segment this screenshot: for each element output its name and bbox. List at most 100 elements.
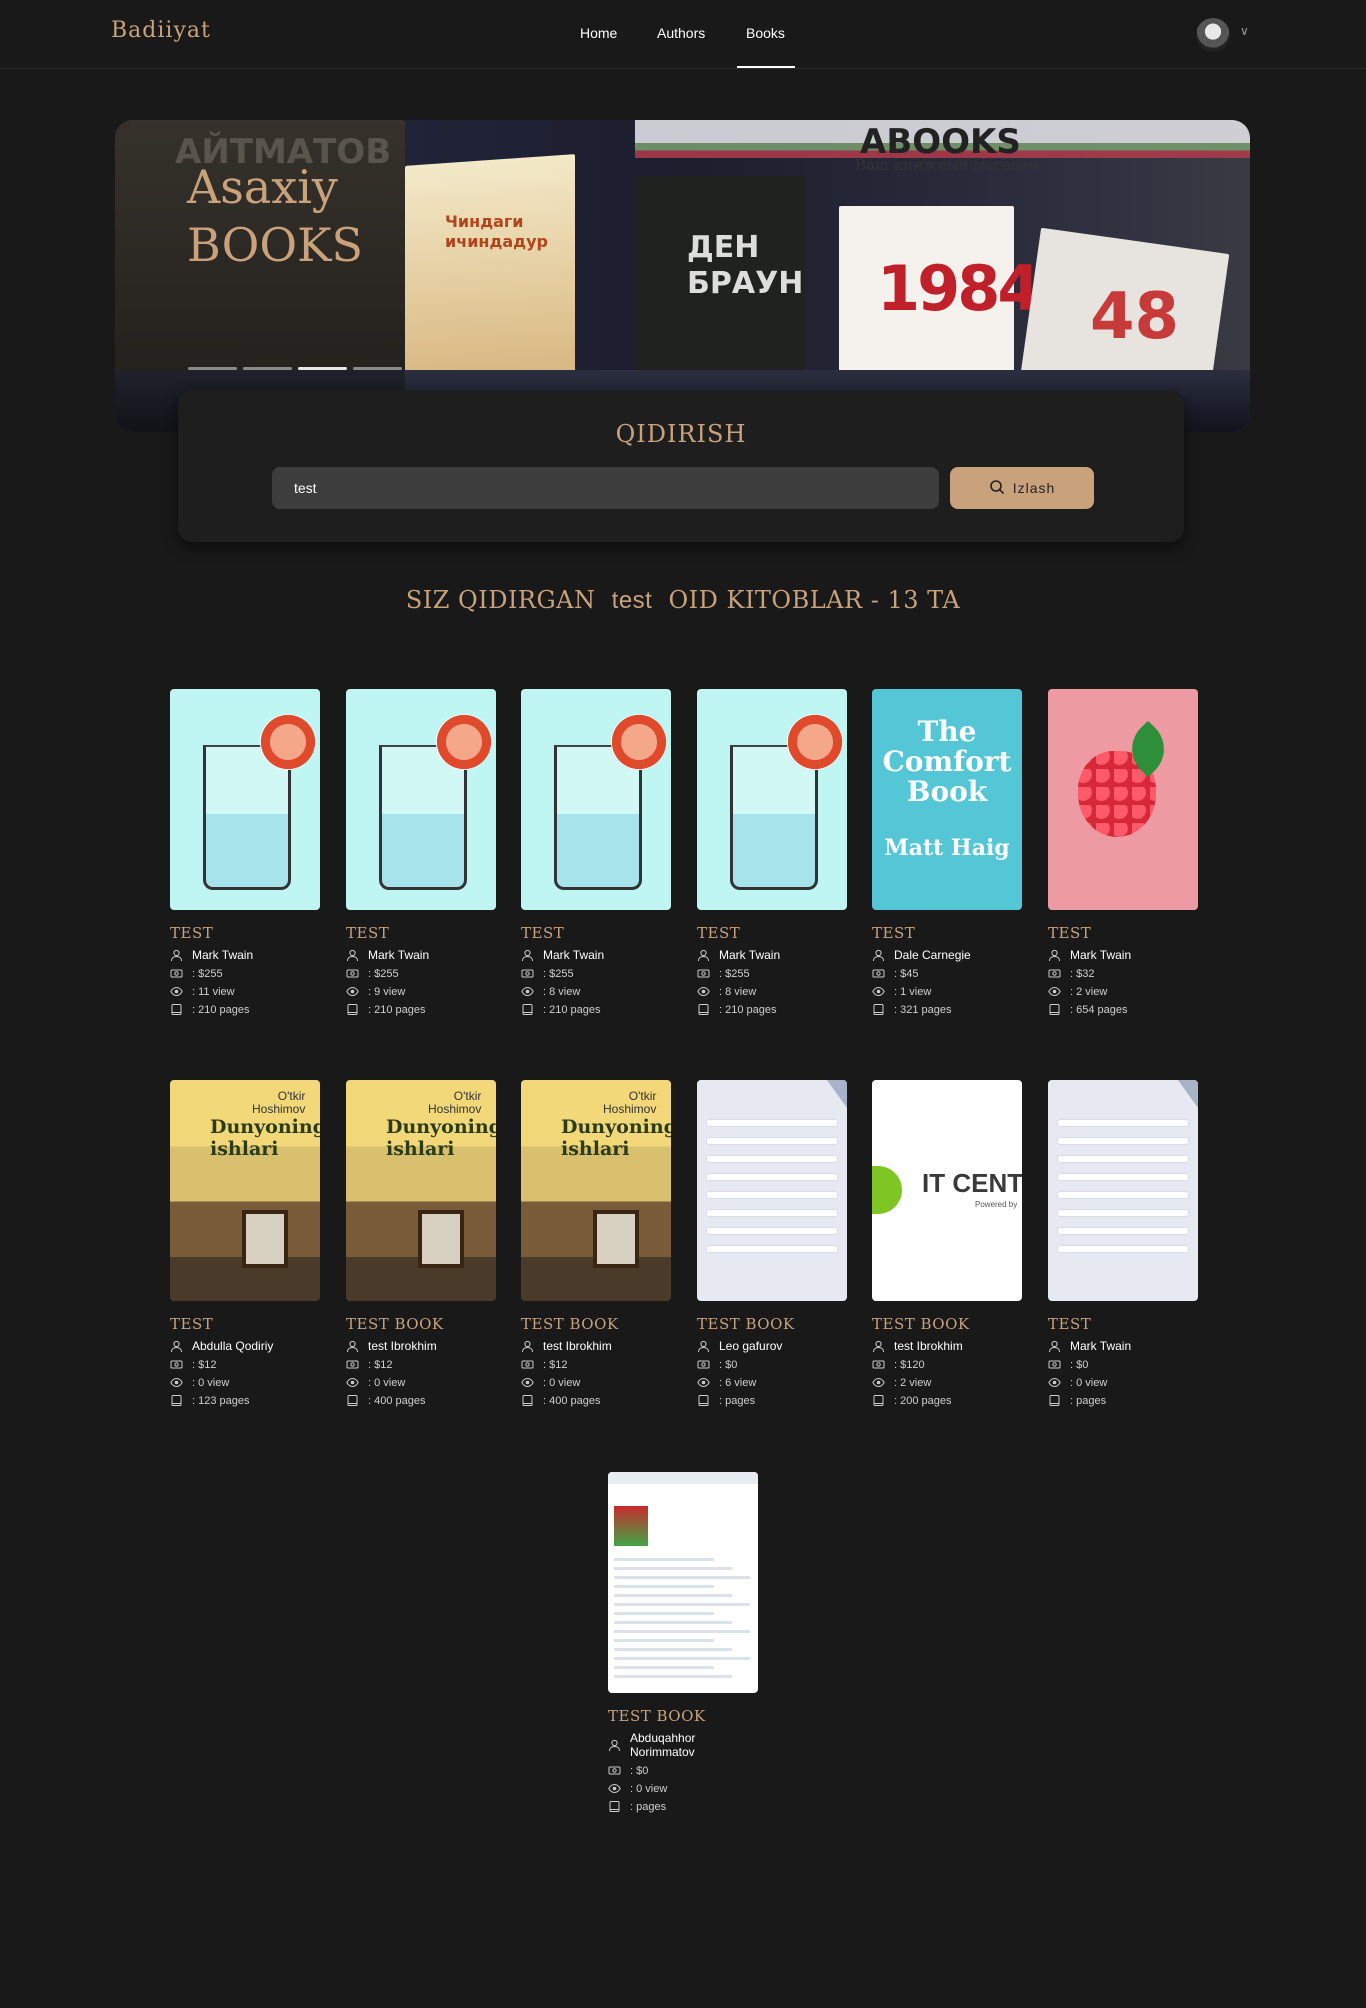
book-views: : 11 view bbox=[170, 985, 320, 998]
hero-book-chin-text: Чиндаги ичиндадур bbox=[445, 212, 548, 251]
book-cover[interactable]: O'tkir Hoshimov Dunyoning ishlari bbox=[521, 1080, 671, 1301]
book-title[interactable]: Test book bbox=[521, 1315, 671, 1333]
nav-authors[interactable]: Authors bbox=[657, 25, 705, 41]
user-icon bbox=[346, 1340, 359, 1353]
search-button[interactable]: Izlash bbox=[950, 467, 1094, 509]
results-heading: Siz qidirgan test oid kitoblar - 13 ta bbox=[0, 586, 1366, 615]
cover-ui-row bbox=[707, 1228, 837, 1234]
cover-ui-row bbox=[1058, 1174, 1188, 1180]
book-views: : 0 view bbox=[521, 1376, 671, 1389]
book-views: : 1 view bbox=[872, 985, 1022, 998]
book-card[interactable]: Test Mark Twain: $255: 8 view: 210 pages bbox=[697, 689, 847, 1016]
user-icon bbox=[697, 949, 710, 962]
carousel-dot-active[interactable] bbox=[298, 367, 347, 370]
active-nav-indicator bbox=[737, 66, 795, 68]
book-cover[interactable] bbox=[346, 689, 496, 910]
book-title[interactable]: Test bbox=[697, 924, 847, 942]
cover-logo-mark bbox=[872, 1166, 902, 1214]
book-title[interactable]: Test bbox=[1048, 1315, 1198, 1333]
results-heading-suffix: oid kitoblar - 13 ta bbox=[668, 586, 961, 614]
book-title[interactable]: Test book bbox=[872, 1315, 1022, 1333]
carousel-dot[interactable] bbox=[188, 367, 237, 370]
book-pages-value: : 400 pages bbox=[368, 1394, 426, 1407]
book-card[interactable]: Test book Leo gafurov: $0: 6 view: pages bbox=[697, 1080, 847, 1407]
book-card[interactable]: Test Mark Twain: $255: 8 view: 210 pages bbox=[521, 689, 671, 1016]
eye-icon bbox=[170, 1376, 183, 1389]
book-card[interactable]: Test book Abduqahhor Norimmatov: $0: 0 vi… bbox=[608, 1472, 758, 1813]
book-card[interactable]: O'tkir Hoshimov Dunyoning ishlari Test boo… bbox=[521, 1080, 671, 1407]
book-card[interactable]: Test Mark Twain: $0: 0 view: pages bbox=[1048, 1080, 1198, 1407]
carousel-dot[interactable] bbox=[243, 367, 292, 370]
book-card[interactable]: Test Mark Twain: $255: 9 view: 210 pages bbox=[346, 689, 496, 1016]
book-title[interactable]: Test bbox=[1048, 924, 1198, 942]
book-card[interactable]: Test Mark Twain: $255: 11 view: 210 pages bbox=[170, 689, 320, 1016]
book-title[interactable]: Test bbox=[346, 924, 496, 942]
eye-icon bbox=[521, 1376, 534, 1389]
book-views-value: : 0 view bbox=[192, 1376, 230, 1389]
book-card[interactable]: O'tkir Hoshimov Dunyoning ishlari Test Abdu… bbox=[170, 1080, 320, 1407]
book-author: Dale Carnegie bbox=[872, 948, 1022, 962]
book-author: test Ibrokhim bbox=[346, 1339, 496, 1353]
book-author: Abdulla Qodiriy bbox=[170, 1339, 320, 1353]
search-input[interactable] bbox=[272, 467, 939, 509]
eye-icon bbox=[697, 985, 710, 998]
book-views-value: : 8 view bbox=[719, 985, 757, 998]
book-cover[interactable]: O'tkir Hoshimov Dunyoning ishlari bbox=[346, 1080, 496, 1301]
cover-ui-row bbox=[1058, 1246, 1188, 1252]
book-pages: : 321 pages bbox=[872, 1003, 1022, 1016]
book-title[interactable]: Test book bbox=[697, 1315, 847, 1333]
user-icon bbox=[608, 1739, 621, 1752]
book-title[interactable]: Test bbox=[170, 1315, 320, 1333]
book-title[interactable]: Test bbox=[170, 924, 320, 942]
book-cover[interactable]: O'tkir Hoshimov Dunyoning ishlari bbox=[170, 1080, 320, 1301]
carousel-dot[interactable] bbox=[353, 367, 402, 370]
nav-books[interactable]: Books bbox=[746, 25, 785, 41]
cover-product-image bbox=[614, 1506, 648, 1546]
book-title[interactable]: Test bbox=[521, 924, 671, 942]
money-icon bbox=[170, 967, 183, 980]
book-pages-value: : 400 pages bbox=[543, 1394, 601, 1407]
book-title[interactable]: Test book bbox=[346, 1315, 496, 1333]
book-cover[interactable]: IT CENTE Powered by bbox=[872, 1080, 1022, 1301]
book-author-value: test Ibrokhim bbox=[894, 1339, 963, 1353]
book-card[interactable]: O'tkir Hoshimov Dunyoning ishlari Test boo… bbox=[346, 1080, 496, 1407]
book-card[interactable]: IT CENTE Powered by Test book test Ibrokhim… bbox=[872, 1080, 1022, 1407]
cover-title-line: Book bbox=[906, 775, 988, 808]
book-cover[interactable] bbox=[170, 689, 320, 910]
book-cover[interactable] bbox=[1048, 1080, 1198, 1301]
cover-title-line: Comfort bbox=[882, 745, 1012, 778]
book-icon bbox=[346, 1394, 359, 1407]
user-icon bbox=[697, 1340, 710, 1353]
book-cover[interactable] bbox=[697, 1080, 847, 1301]
book-title[interactable]: Test book bbox=[608, 1707, 758, 1725]
book-cover[interactable] bbox=[1048, 689, 1198, 910]
avatar[interactable] bbox=[1196, 18, 1230, 52]
book-pages: : 123 pages bbox=[170, 1394, 320, 1407]
book-price-value: : $0 bbox=[630, 1764, 649, 1777]
nav-home[interactable]: Home bbox=[580, 25, 617, 41]
cover-ui-row bbox=[707, 1210, 837, 1216]
chevron-down-icon[interactable]: ∨ bbox=[1240, 24, 1249, 38]
book-pages: : 210 pages bbox=[346, 1003, 496, 1016]
book-card[interactable]: The Comfort Book Matt Haig Test Dale Carnegie… bbox=[872, 689, 1022, 1016]
book-pages: : 210 pages bbox=[170, 1003, 320, 1016]
cover-ui-row bbox=[614, 1603, 750, 1606]
book-card[interactable]: Test Mark Twain: $32: 2 view: 654 pages bbox=[1048, 689, 1198, 1016]
user-icon bbox=[872, 949, 885, 962]
cover-ui-row bbox=[614, 1621, 732, 1624]
book-views-value: : 8 view bbox=[543, 985, 581, 998]
book-price: : $255 bbox=[697, 967, 847, 980]
book-views: : 8 view bbox=[697, 985, 847, 998]
book-cover[interactable] bbox=[608, 1472, 758, 1693]
eye-icon bbox=[872, 1376, 885, 1389]
book-cover[interactable] bbox=[521, 689, 671, 910]
book-author: Abduqahhor Norimmatov bbox=[608, 1731, 758, 1759]
book-cover[interactable]: The Comfort Book Matt Haig bbox=[872, 689, 1022, 910]
book-cover[interactable] bbox=[697, 689, 847, 910]
hero-title-line2: books bbox=[187, 218, 363, 272]
money-icon bbox=[1048, 1358, 1061, 1371]
book-views: : 6 view bbox=[697, 1376, 847, 1389]
book-icon bbox=[697, 1003, 710, 1016]
book-title[interactable]: Test bbox=[872, 924, 1022, 942]
cover-author: O'tkir Hoshimov bbox=[603, 1089, 657, 1116]
